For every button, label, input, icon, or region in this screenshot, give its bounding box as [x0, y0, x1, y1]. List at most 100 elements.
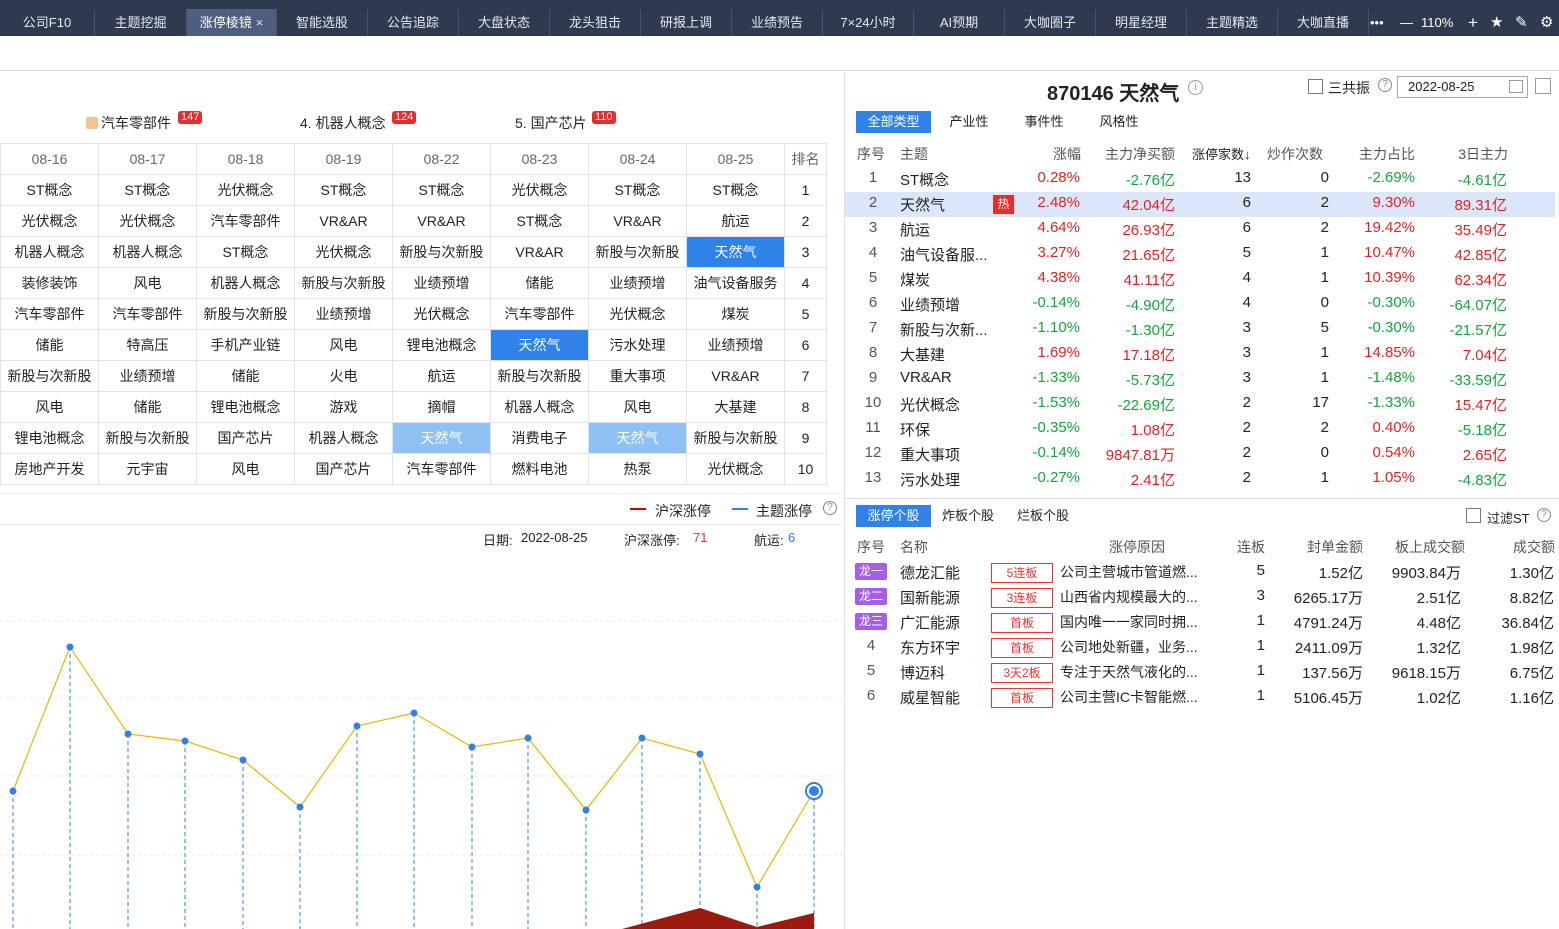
grid-theme-cell[interactable]: 光伏概念: [392, 298, 491, 330]
grid-theme-cell[interactable]: 光伏概念: [588, 298, 687, 330]
grid-theme-cell[interactable]: 新股与次新股: [392, 236, 491, 268]
topic-header[interactable]: 涨幅: [1053, 144, 1081, 164]
stock-name[interactable]: 国新能源: [900, 587, 960, 608]
grid-theme-cell[interactable]: 新股与次新股: [490, 360, 589, 392]
grid-theme-cell[interactable]: 装修装饰: [0, 267, 99, 299]
tab-7[interactable]: 研报上调: [641, 9, 732, 36]
grid-theme-cell[interactable]: 国产芯片: [196, 422, 295, 454]
grid-theme-cell[interactable]: 机器人概念: [196, 267, 295, 299]
filter-tab-0[interactable]: 全部类型: [856, 111, 931, 133]
grid-theme-cell[interactable]: 锂电池概念: [196, 391, 295, 423]
topic-name[interactable]: 大基建: [900, 344, 1010, 365]
grid-theme-cell[interactable]: 汽车零部件: [392, 453, 491, 485]
grid-theme-cell[interactable]: 新股与次新股: [98, 422, 197, 454]
grid-theme-cell[interactable]: VR&AR: [588, 205, 687, 237]
settings-icon[interactable]: ⚙: [1540, 9, 1553, 36]
more-icon[interactable]: •••: [1370, 9, 1384, 36]
grid-theme-cell[interactable]: 燃料电池: [490, 453, 589, 485]
tab-2[interactable]: 涨停棱镜 ×: [187, 9, 277, 36]
stock-tab-2[interactable]: 烂板个股: [1010, 505, 1076, 527]
tab-12[interactable]: 明星经理: [1096, 9, 1187, 36]
grid-theme-cell[interactable]: 储能: [196, 360, 295, 392]
resonance-checkbox[interactable]: [1308, 79, 1323, 94]
limit-reason[interactable]: 国内唯一一家同时拥...: [1060, 612, 1198, 632]
grid-theme-cell[interactable]: 元宇宙: [98, 453, 197, 485]
grid-theme-cell[interactable]: 风电: [98, 267, 197, 299]
grid-theme-cell[interactable]: 业绩预增: [686, 329, 785, 361]
topic-name[interactable]: 环保: [900, 419, 1010, 440]
grid-theme-cell[interactable]: 汽车零部件: [0, 298, 99, 330]
legend-item[interactable]: 4. 机器人概念 124: [300, 111, 417, 133]
grid-theme-cell[interactable]: 汽车零部件: [98, 298, 197, 330]
help-icon[interactable]: ?: [823, 501, 837, 515]
tab-9[interactable]: 7×24小时: [823, 9, 914, 36]
grid-theme-cell[interactable]: 新股与次新股: [196, 298, 295, 330]
grid-theme-cell[interactable]: 热泵: [588, 453, 687, 485]
grid-theme-cell[interactable]: 手机产业链: [196, 329, 295, 361]
grid-theme-cell[interactable]: 风电: [0, 391, 99, 423]
topic-name[interactable]: ST概念: [900, 169, 1010, 190]
grid-theme-cell[interactable]: ST概念: [490, 205, 589, 237]
grid-theme-cell[interactable]: 天然气: [490, 329, 589, 361]
tab-13[interactable]: 主题精选: [1187, 9, 1278, 36]
grid-theme-cell[interactable]: ST概念: [196, 236, 295, 268]
grid-theme-cell[interactable]: 储能: [0, 329, 99, 361]
grid-theme-cell[interactable]: 房地产开发: [0, 453, 99, 485]
topic-name[interactable]: 业绩预增: [900, 294, 1010, 315]
stock-header[interactable]: 板上成交额: [1385, 537, 1465, 557]
grid-theme-cell[interactable]: 风电: [588, 391, 687, 423]
topic-name[interactable]: 航运: [900, 219, 1010, 240]
stock-header[interactable]: 连板: [1235, 537, 1265, 557]
topic-header[interactable]: 炒作次数: [1267, 144, 1327, 164]
grid-theme-cell[interactable]: 光伏概念: [98, 205, 197, 237]
topic-name[interactable]: 油气设备服...: [900, 244, 1010, 265]
grid-theme-cell[interactable]: 新股与次新股: [0, 360, 99, 392]
grid-theme-cell[interactable]: 机器人概念: [0, 236, 99, 268]
grid-theme-cell[interactable]: 航运: [686, 205, 785, 237]
topic-name[interactable]: 污水处理: [900, 469, 1010, 490]
help-icon[interactable]: ?: [1537, 508, 1551, 522]
stock-tab-1[interactable]: 炸板个股: [935, 505, 1001, 527]
grid-theme-cell[interactable]: 新股与次新股: [588, 236, 687, 268]
grid-theme-cell[interactable]: 污水处理: [588, 329, 687, 361]
grid-theme-cell[interactable]: 天然气: [588, 422, 687, 454]
topic-name[interactable]: 光伏概念: [900, 394, 1010, 415]
grid-theme-cell[interactable]: 特高压: [98, 329, 197, 361]
grid-theme-cell[interactable]: 业绩预增: [294, 298, 393, 330]
grid-theme-cell[interactable]: 锂电池概念: [0, 422, 99, 454]
topic-header[interactable]: 3日主力: [1453, 144, 1508, 164]
grid-theme-cell[interactable]: 游戏: [294, 391, 393, 423]
filter-tab-3[interactable]: 风格性: [1090, 111, 1148, 133]
grid-theme-cell[interactable]: 天然气: [686, 236, 785, 268]
grid-theme-cell[interactable]: 风电: [196, 453, 295, 485]
topic-name[interactable]: 新股与次新...: [900, 319, 1010, 340]
topic-name[interactable]: VR&AR: [900, 369, 1010, 386]
grid-theme-cell[interactable]: 机器人概念: [98, 236, 197, 268]
stock-header[interactable]: 成交额: [1495, 537, 1555, 557]
filter-tab-2[interactable]: 事件性: [1015, 111, 1073, 133]
grid-theme-cell[interactable]: 汽车零部件: [196, 205, 295, 237]
grid-theme-cell[interactable]: 煤炭: [686, 298, 785, 330]
filter-tab-1[interactable]: 产业性: [940, 111, 998, 133]
grid-theme-cell[interactable]: 光伏概念: [686, 453, 785, 485]
grid-theme-cell[interactable]: 业绩预增: [392, 267, 491, 299]
grid-theme-cell[interactable]: 摘帽: [392, 391, 491, 423]
topic-header[interactable]: 主力占比: [1355, 144, 1415, 164]
grid-theme-cell[interactable]: 光伏概念: [196, 174, 295, 206]
tab-10[interactable]: AI预期: [914, 9, 1005, 36]
info-icon[interactable]: i: [1188, 80, 1203, 95]
grid-theme-cell[interactable]: 储能: [98, 391, 197, 423]
topic-header[interactable]: 主力净买额: [1100, 144, 1175, 164]
grid-theme-cell[interactable]: 光伏概念: [0, 205, 99, 237]
tab-11[interactable]: 大咖圈子: [1005, 9, 1096, 36]
tab-6[interactable]: 龙头狙击: [550, 9, 641, 36]
grid-theme-cell[interactable]: VR&AR: [490, 236, 589, 268]
grid-theme-cell[interactable]: 汽车零部件: [490, 298, 589, 330]
grid-theme-cell[interactable]: VR&AR: [294, 205, 393, 237]
grid-theme-cell[interactable]: 光伏概念: [294, 236, 393, 268]
stock-tab-0[interactable]: 涨停个股: [856, 505, 931, 527]
grid-theme-cell[interactable]: 储能: [490, 267, 589, 299]
grid-theme-cell[interactable]: 机器人概念: [294, 422, 393, 454]
grid-theme-cell[interactable]: 光伏概念: [490, 174, 589, 206]
close-icon[interactable]: ×: [256, 15, 264, 30]
